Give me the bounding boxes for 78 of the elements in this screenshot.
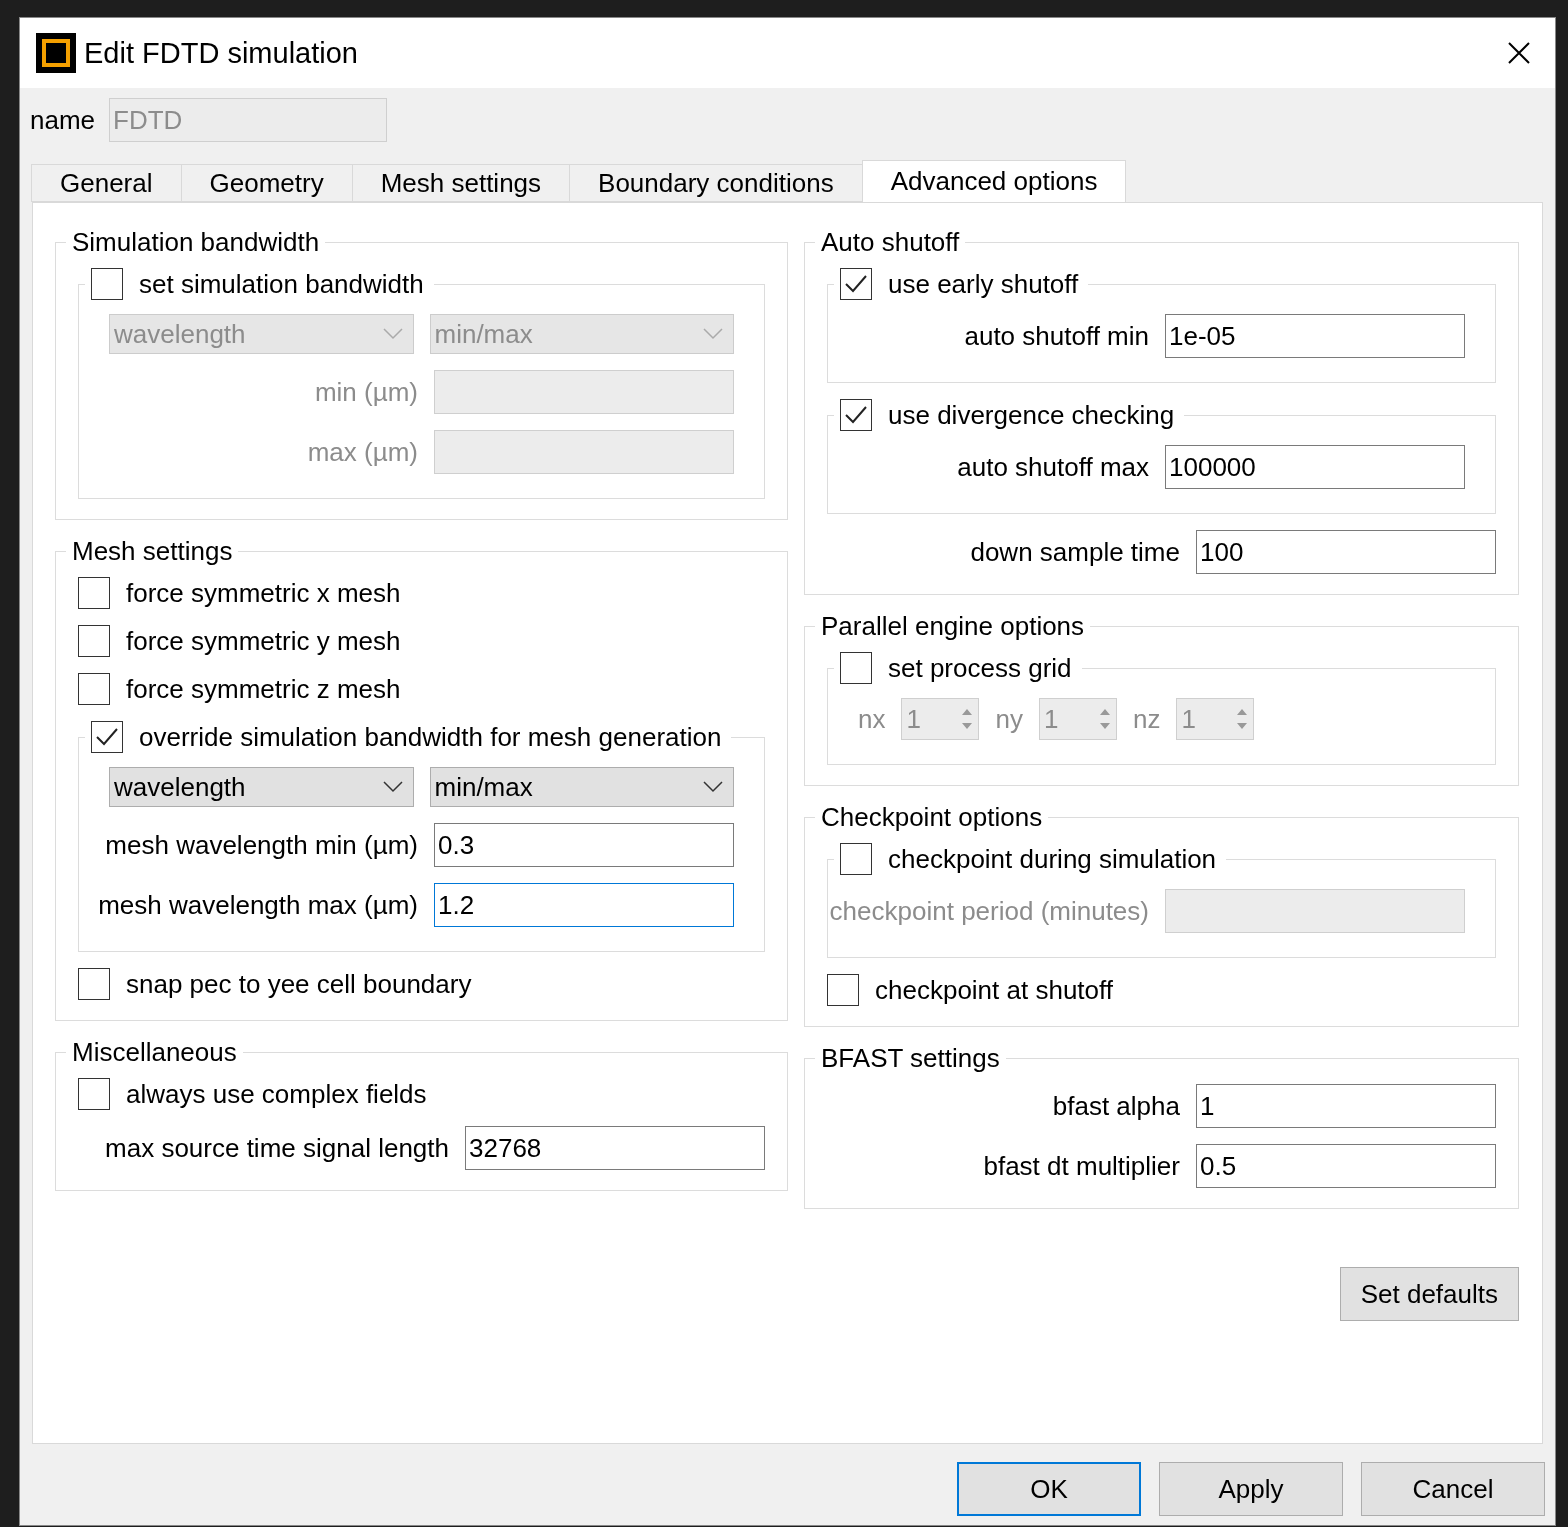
field-label: bfast dt multiplier [983, 1150, 1180, 1182]
field-label: mesh wavelength min (µm) [105, 829, 418, 861]
checkbox-label: snap pec to yee cell boundary [126, 968, 472, 1000]
group-title: Simulation bandwidth [71, 227, 321, 258]
checkbox[interactable] [91, 268, 123, 300]
checkbox-label: set simulation bandwidth [139, 268, 424, 300]
dropdown[interactable]: wavelength [109, 767, 414, 807]
window-title: Edit FDTD simulation [84, 36, 359, 70]
dialog-button[interactable]: Cancel [1361, 1462, 1545, 1516]
tab[interactable]: Advanced options [861, 160, 1127, 202]
checkmark-icon [95, 727, 119, 747]
tab[interactable]: General [31, 164, 182, 202]
dialog-button[interactable]: Apply [1159, 1462, 1343, 1516]
chevron-down-icon [703, 781, 723, 793]
field-label: bfast alpha [1052, 1090, 1180, 1122]
dialog-button[interactable]: OK [957, 1462, 1141, 1516]
input-field[interactable]: 0.3 [434, 823, 734, 867]
group-title: Auto shutoff [820, 227, 961, 258]
tab[interactable]: Boundary conditions [569, 164, 863, 202]
checkbox[interactable] [840, 399, 872, 431]
dropdown[interactable]: min/max [429, 767, 734, 807]
field-label: max (µm) [307, 436, 418, 468]
checkbox-label: set process grid [888, 652, 1072, 684]
input-field[interactable]: 100 [1196, 530, 1496, 574]
checkbox[interactable] [840, 652, 872, 684]
app-icon [36, 33, 76, 73]
checkbox-label: always use complex fields [126, 1078, 427, 1110]
set-defaults-button[interactable]: Set defaults [1339, 1267, 1519, 1321]
spin-label: nx [858, 703, 886, 735]
input-field[interactable]: 32768 [465, 1126, 765, 1170]
checkbox[interactable] [78, 673, 110, 705]
checkmark-icon [844, 274, 868, 294]
checkbox-label: force symmetric z mesh [126, 673, 401, 705]
tab[interactable]: Geometry [180, 164, 353, 202]
group-title: Parallel engine options [820, 611, 1086, 642]
field-label: checkpoint period (minutes) [829, 895, 1149, 927]
field-label: auto shutoff min [964, 320, 1149, 352]
group-title: Checkpoint options [820, 802, 1044, 833]
input-field[interactable]: 1e-05 [1165, 314, 1465, 358]
checkbox-label: force symmetric x mesh [126, 577, 401, 609]
input-field[interactable] [1165, 889, 1465, 933]
input-field[interactable]: 100000 [1165, 445, 1465, 489]
input-field[interactable] [434, 430, 734, 474]
chevron-down-icon [382, 781, 403, 793]
field-label: down sample time [970, 536, 1180, 568]
checkbox-label: force symmetric y mesh [126, 625, 401, 657]
chevron-down-icon [703, 328, 723, 340]
field-label: min (µm) [314, 376, 418, 408]
checkbox[interactable] [78, 968, 110, 1000]
chevron-down-icon [382, 328, 403, 340]
checkbox-label: override simulation bandwidth for mesh generation [139, 721, 722, 753]
field-label: name [30, 104, 96, 136]
checkbox[interactable] [78, 625, 110, 657]
input-field[interactable]: 1.2 [434, 883, 734, 927]
checkbox[interactable] [827, 974, 859, 1006]
field-label: mesh wavelength max (µm) [98, 889, 418, 921]
checkbox[interactable] [91, 721, 123, 753]
tab[interactable]: Mesh settings [351, 164, 571, 202]
checkbox-label: checkpoint at shutoff [875, 974, 1113, 1006]
group-title: BFAST settings [820, 1043, 1001, 1074]
input-field[interactable]: 1 [1196, 1084, 1496, 1128]
input-field[interactable]: 0.5 [1196, 1144, 1496, 1188]
close-icon [1508, 42, 1530, 64]
checkbox-label: use early shutoff [888, 268, 1079, 300]
input-field[interactable] [434, 370, 734, 414]
group-title: Miscellaneous [71, 1037, 238, 1068]
group-title: Mesh settings [71, 536, 234, 567]
checkbox-label: use divergence checking [888, 399, 1175, 431]
checkmark-icon [844, 405, 868, 425]
spin-label: nz [1132, 703, 1161, 735]
checkbox[interactable] [78, 1078, 110, 1110]
field-label: max source time signal length [105, 1132, 449, 1164]
checkbox-label: checkpoint during simulation [888, 843, 1217, 875]
checkbox[interactable] [840, 268, 872, 300]
checkbox[interactable] [840, 843, 872, 875]
checkbox[interactable] [78, 577, 110, 609]
spin-label: ny [995, 703, 1023, 735]
field-label: auto shutoff max [957, 451, 1149, 483]
